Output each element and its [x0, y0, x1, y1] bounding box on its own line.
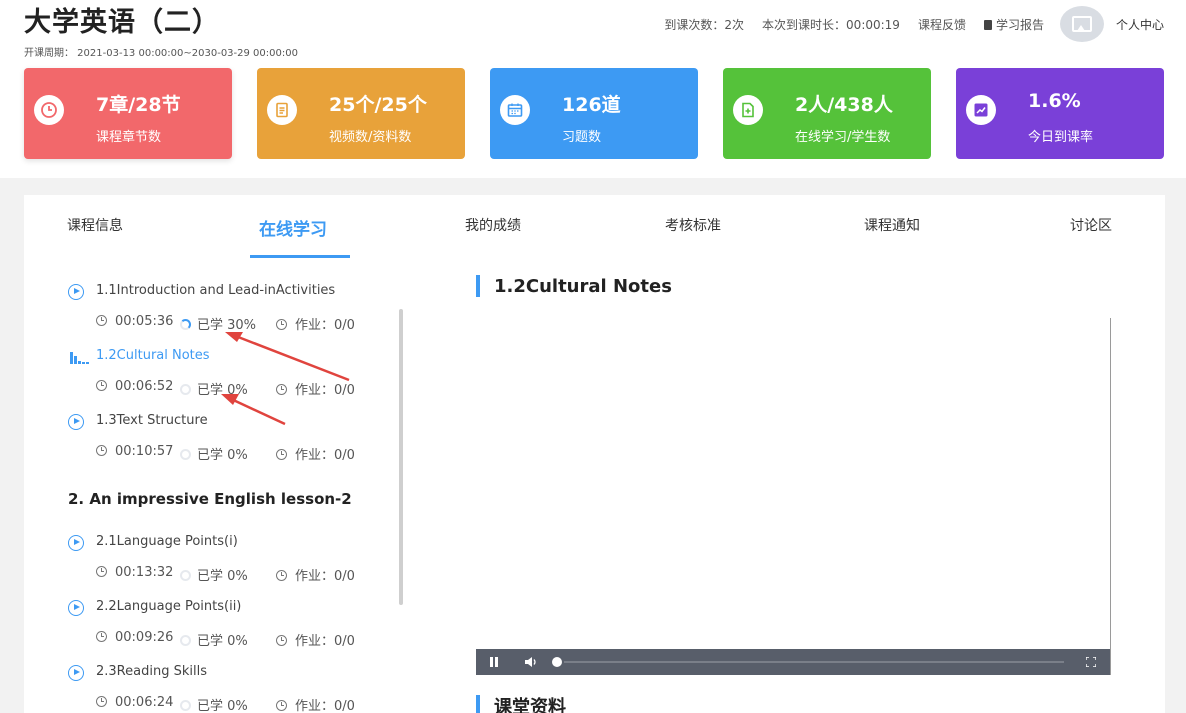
- stat-label: 在线学习/学生数: [795, 130, 891, 145]
- video-title-heading: 1.2Cultural Notes: [476, 275, 672, 297]
- lesson-duration: 00:09:26: [115, 630, 174, 645]
- course-period: 开课周期： 2021-03-13 00:00:00~2030-03-29 00:…: [24, 48, 298, 59]
- stat-label: 今日到课率: [1028, 130, 1094, 145]
- lesson-duration: 00:06:24: [115, 695, 174, 710]
- clock-icon: [96, 380, 107, 391]
- play-icon: [68, 600, 84, 616]
- stat-value: 126道: [562, 94, 621, 116]
- stat-card-exercises: 126道 习题数: [490, 68, 698, 159]
- progress-ring-icon: [180, 635, 191, 646]
- progress-ring-icon: [180, 570, 191, 581]
- avatar[interactable]: [1059, 6, 1104, 42]
- tab-notices[interactable]: 课程通知: [864, 215, 920, 235]
- annotation-arrows: [221, 332, 350, 426]
- document-icon: [267, 95, 297, 125]
- progress-ring-icon: [180, 319, 191, 330]
- stat-value: 1.6%: [1028, 90, 1081, 112]
- lesson-homework: 作业：0/0: [295, 569, 355, 584]
- stat-value: 2人/438人: [795, 94, 893, 116]
- file-add-icon: [733, 95, 763, 125]
- image-placeholder-icon: [1071, 16, 1092, 32]
- lesson-progress: 已学 0%: [197, 569, 248, 584]
- tab-course-info[interactable]: 课程信息: [67, 215, 123, 235]
- lesson-title[interactable]: 2.1Language Points(i): [96, 534, 238, 549]
- stat-card-attendance: 1.6% 今日到课率: [956, 68, 1164, 159]
- stat-card-students: 2人/438人 在线学习/学生数: [723, 68, 931, 159]
- clock-icon: [96, 315, 107, 326]
- clock-icon: [276, 700, 287, 711]
- active-tab-indicator: [250, 255, 350, 258]
- trend-chart-icon: [966, 95, 996, 125]
- lesson-homework: 作业：0/0: [295, 448, 355, 463]
- clock-icon: [276, 635, 287, 646]
- top-right-bar: 到课次数：2次 本次到课时长：00:00:19 课程反馈 学习报告 个人中心: [664, 6, 1164, 42]
- stat-card-media: 25个/25个 视频数/资料数: [257, 68, 465, 159]
- progress-ring-icon: [180, 700, 191, 711]
- report-icon: [983, 19, 992, 30]
- materials-title: 课堂资料: [494, 697, 566, 713]
- feedback-link[interactable]: 课程反馈: [918, 16, 966, 33]
- video-controls: [476, 649, 1110, 675]
- stat-value: 7章/28节: [96, 94, 181, 116]
- chapter-heading: 2. An impressive English lesson-2: [68, 490, 352, 508]
- lesson-duration: 00:10:57: [115, 444, 174, 459]
- lesson-progress: 已学 0%: [197, 699, 248, 713]
- study-report-link[interactable]: 学习报告: [983, 16, 1044, 33]
- visit-count: 到课次数：2次: [664, 17, 745, 32]
- fullscreen-icon[interactable]: [1086, 657, 1096, 667]
- clock-icon: [96, 696, 107, 707]
- lesson-homework: 作业：0/0: [295, 699, 355, 713]
- video-player[interactable]: [476, 318, 1111, 675]
- lesson-duration: 00:13:32: [115, 565, 174, 580]
- tab-discussion[interactable]: 讨论区: [1070, 215, 1112, 235]
- lesson-progress: 已学 0%: [197, 634, 248, 649]
- user-center-link[interactable]: 个人中心: [1116, 16, 1164, 33]
- stat-label: 习题数: [562, 130, 602, 145]
- clock-icon: [276, 570, 287, 581]
- materials-heading: 课堂资料: [476, 693, 566, 713]
- clock-icon: [276, 449, 287, 460]
- lesson-homework: 作业：0/0: [295, 634, 355, 649]
- progress-ring-icon: [180, 384, 191, 395]
- lesson-title[interactable]: 2.3Reading Skills: [96, 664, 207, 679]
- video-title: 1.2Cultural Notes: [494, 275, 672, 297]
- play-icon: [68, 414, 84, 430]
- stat-value: 25个/25个: [329, 94, 427, 116]
- lesson-list-scrollbar[interactable]: [399, 309, 403, 605]
- progress-handle[interactable]: [552, 657, 562, 667]
- lesson-progress: 已学 0%: [197, 448, 248, 463]
- now-playing-icon: [70, 350, 90, 364]
- stats-row: 7章/28节 课程章节数 25个/25个 视频数/资料数 126道 习题数 2人…: [24, 68, 1165, 159]
- lesson-title[interactable]: 2.2Language Points(ii): [96, 599, 241, 614]
- top-header: 大学英语（二） 开课周期： 2021-03-13 00:00:00~2030-0…: [0, 0, 1186, 178]
- lesson-title[interactable]: 1.1Introduction and Lead-inActivities: [96, 283, 335, 298]
- clock-icon: [96, 445, 107, 456]
- progress-track[interactable]: [564, 661, 1064, 663]
- lesson-duration: 00:06:52: [115, 379, 174, 394]
- clock-icon: [34, 95, 64, 125]
- progress-ring-icon: [180, 449, 191, 460]
- play-icon: [68, 535, 84, 551]
- stat-label: 视频数/资料数: [329, 130, 412, 145]
- stat-card-chapters: 7章/28节 课程章节数: [24, 68, 232, 159]
- tab-my-grades[interactable]: 我的成绩: [465, 215, 521, 235]
- content-panel: 课程信息 在线学习 我的成绩 考核标准 课程通知 讨论区 1.1Introduc…: [24, 195, 1165, 713]
- pause-icon[interactable]: [490, 657, 498, 667]
- play-icon: [68, 665, 84, 681]
- session-duration: 本次到课时长：00:00:19: [762, 17, 900, 32]
- course-title: 大学英语（二）: [24, 7, 220, 38]
- volume-icon[interactable]: [524, 656, 538, 668]
- stat-label: 课程章节数: [96, 130, 162, 145]
- calendar-icon: [500, 95, 530, 125]
- play-icon: [68, 284, 84, 300]
- lesson-duration: 00:05:36: [115, 314, 174, 329]
- tab-online-learning[interactable]: 在线学习: [259, 215, 327, 240]
- clock-icon: [96, 566, 107, 577]
- lesson-title[interactable]: 1.2Cultural Notes: [96, 348, 210, 363]
- tab-assessment[interactable]: 考核标准: [665, 215, 721, 235]
- lesson-title[interactable]: 1.3Text Structure: [96, 413, 208, 428]
- clock-icon: [96, 631, 107, 642]
